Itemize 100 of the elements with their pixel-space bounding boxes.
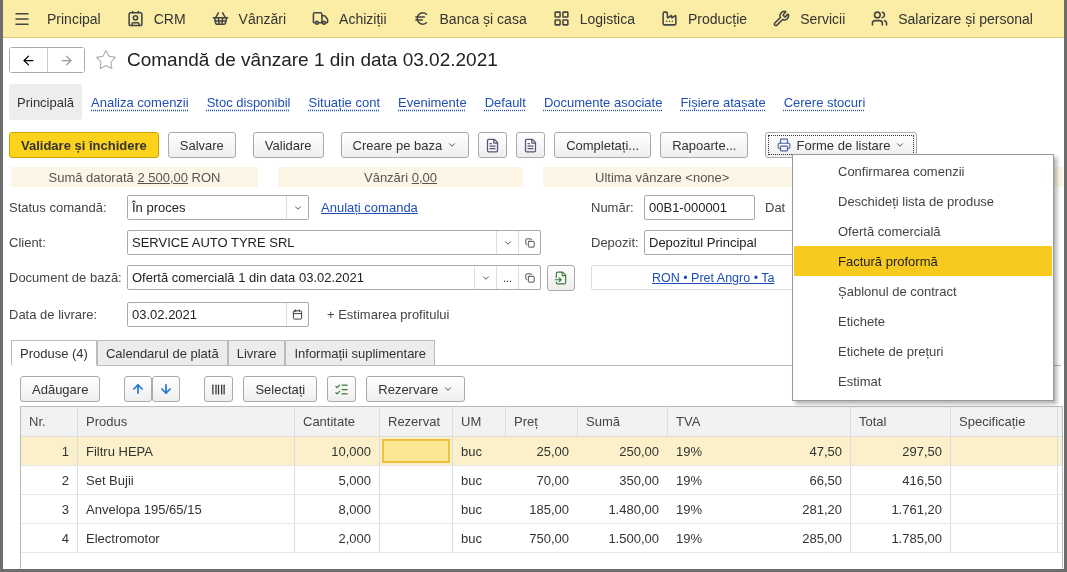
calendar-icon: [292, 309, 303, 320]
fill-button[interactable]: [547, 264, 575, 291]
info-text: Ultima vânzare <none>: [595, 169, 730, 185]
tab[interactable]: Produse (4): [11, 340, 97, 366]
column-header[interactable]: TVA: [668, 407, 851, 436]
caret-icon: [443, 384, 454, 394]
section-menu-item[interactable]: Producție: [687, 10, 748, 27]
nav-tab[interactable]: Fișiere atașate: [671, 84, 775, 120]
toolbar-button[interactable]: Salvare: [167, 132, 236, 158]
add-button[interactable]: Adăugare: [20, 376, 101, 402]
choose-button[interactable]: ...: [502, 271, 513, 284]
section-menu-item[interactable]: Banca și casa: [439, 10, 527, 27]
table-cell: 19%: [676, 530, 703, 546]
status-field[interactable]: În proces: [127, 195, 309, 220]
toolbar-button[interactable]: Rapoarte...: [660, 132, 749, 158]
document-icon-button[interactable]: [516, 132, 546, 158]
section-menu-item[interactable]: CRM: [153, 10, 186, 27]
nav-tab[interactable]: Stoc disponibil: [197, 84, 300, 120]
table-cell: 1.480,00: [608, 501, 659, 517]
column-header[interactable]: Total: [851, 407, 951, 436]
field-label: Document de bază:: [9, 270, 123, 285]
section-menu-item[interactable]: Salarizare și personal: [898, 10, 1033, 27]
nav-tab[interactable]: Principală: [9, 84, 83, 120]
document-icon-button[interactable]: [478, 132, 508, 158]
move-up-button[interactable]: [124, 376, 153, 402]
info-text: Sumă datorată 2 500,00 RON: [48, 169, 221, 185]
section-menu-item[interactable]: Achiziții: [339, 10, 387, 27]
price-settings-link[interactable]: RON • Pret Angro • Ta: [652, 270, 775, 285]
table-cell: 297,50: [902, 443, 942, 459]
select-button[interactable]: Selectați: [243, 376, 318, 402]
nav-tab[interactable]: Cerere stocuri: [774, 84, 875, 120]
section-menu-item[interactable]: Logistica: [579, 10, 635, 27]
profit-estimate-link[interactable]: + Estimarea profitului: [327, 307, 450, 322]
table-row[interactable]: 3 Anvelopa 195/65/15 8,000 buc 185,00 1.480,00 19% 281,20 1.761,20: [21, 495, 1062, 524]
move-down-button[interactable]: [152, 376, 181, 402]
open-icon: [524, 272, 535, 283]
basket-icon: [211, 10, 229, 27]
table-cell: 1: [61, 443, 69, 459]
column-header[interactable]: Nr.: [21, 407, 78, 436]
number-field[interactable]: 00B1-000001: [644, 195, 755, 220]
nav-tab[interactable]: Situație cont: [299, 84, 389, 120]
menu-item[interactable]: Estimat: [794, 366, 1052, 396]
nav-tab[interactable]: Default: [475, 84, 535, 120]
menu-item[interactable]: Etichete de prețuri: [794, 336, 1052, 366]
menu-item[interactable]: Confirmarea comenzii: [794, 156, 1052, 186]
dropdown-button[interactable]: Creare pe baza: [340, 132, 470, 158]
table-cell: 281,20: [802, 501, 842, 517]
table-cell: buc: [461, 443, 482, 459]
tab[interactable]: Informații suplimentare: [285, 340, 435, 365]
column-header[interactable]: Produs: [78, 407, 295, 436]
toolbar-button[interactable]: Validare: [252, 132, 324, 158]
table-cell: 416,50: [902, 472, 942, 488]
section-menu-item[interactable]: Principal: [47, 10, 101, 27]
table-row[interactable]: 2 Set Bujii 5,000 buc 70,00 350,00 19% 66,50 416,50: [21, 466, 1062, 495]
caret-icon: [895, 140, 906, 150]
base-document-field[interactable]: Ofertă comercială 1 din data 03.02.2021 ...: [127, 265, 541, 290]
truck-icon: [312, 10, 330, 27]
tab[interactable]: Calendarul de plată: [96, 340, 228, 365]
star-icon[interactable]: [95, 49, 117, 71]
field-label: Depozit:: [591, 235, 640, 250]
client-field[interactable]: SERVICE AUTO TYRE SRL: [127, 230, 541, 255]
validate-close-button[interactable]: Validare și închidere: [9, 132, 159, 158]
column-header[interactable]: UM: [453, 407, 506, 436]
barcode-icon: [211, 381, 227, 397]
focused-cell[interactable]: [382, 439, 450, 463]
menu-item[interactable]: Deschideți lista de produse: [794, 186, 1052, 216]
menu-item[interactable]: Ofertă comercială: [794, 216, 1052, 246]
list-button[interactable]: [327, 376, 357, 402]
nav-tab[interactable]: Analiza comenzii: [82, 84, 198, 120]
grid-icon: [552, 10, 570, 27]
tab[interactable]: Livrare: [227, 340, 286, 365]
column-header[interactable]: Rezervat: [380, 407, 453, 436]
table-cell: 47,50: [809, 443, 842, 459]
menu-item[interactable]: Șablonul de contract: [794, 276, 1052, 306]
document-arrow-icon: [554, 270, 568, 285]
table-row[interactable]: 1 Filtru HEPA 10,000 buc 25,00 250,00 19% 47,50 297,50: [21, 437, 1062, 466]
field-label: Număr:: [591, 200, 635, 215]
date-field[interactable]: 03.02.2021: [127, 302, 309, 327]
tools-icon: [773, 10, 791, 27]
nav-tab[interactable]: Documente asociate: [534, 84, 672, 120]
barcode-button[interactable]: [204, 376, 234, 402]
menu-item[interactable]: Etichete: [794, 306, 1052, 336]
column-header[interactable]: Cantitate: [295, 407, 380, 436]
section-menu-item[interactable]: Servicii: [800, 10, 846, 27]
column-header[interactable]: Specificație: [951, 407, 1058, 436]
window-title: Comandă de vânzare 1 din data 03.02.2021: [127, 49, 498, 71]
nav-tab[interactable]: Evenimente: [389, 84, 476, 120]
reserve-button[interactable]: Rezervare: [366, 376, 466, 402]
table-cell: Electromotor: [86, 530, 160, 546]
table-row[interactable]: 4 Electromotor 2,000 buc 750,00 1.500,00 19% 285,00 1.785,00: [21, 524, 1062, 553]
table-cell: 25,00: [536, 443, 569, 459]
column-header[interactable]: Sumă: [578, 407, 668, 436]
column-header[interactable]: Preț: [506, 407, 578, 436]
caret-icon: [447, 140, 458, 150]
table-cell: 350,00: [619, 472, 659, 488]
section-menu-item[interactable]: Vânzări: [238, 10, 287, 27]
toolbar-button[interactable]: Completați...: [554, 132, 652, 158]
cancel-order-link[interactable]: Anulați comanda: [321, 200, 418, 215]
menu-item[interactable]: Factură proformă: [794, 246, 1052, 276]
forward-icon: [58, 52, 74, 68]
